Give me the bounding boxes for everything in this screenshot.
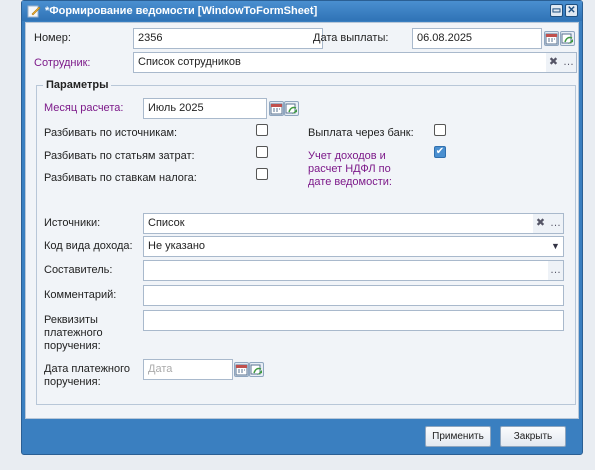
clear-icon[interactable]: ✖: [533, 214, 548, 233]
window-title: *Формирование ведомости [WindowToFormShe…: [45, 5, 318, 17]
requisites-label-line2: платежного: [44, 327, 103, 339]
close-window-button[interactable]: ✕: [565, 4, 578, 17]
employee-value: Список сотрудников: [138, 56, 241, 68]
sources-field[interactable]: Список ✖ …: [143, 213, 564, 234]
calendar-icon: [235, 364, 248, 376]
comment-field[interactable]: [143, 285, 564, 306]
edit-document-icon: [27, 4, 41, 18]
income-code-select[interactable]: Не указано ▼: [143, 236, 564, 257]
more-icon[interactable]: …: [548, 214, 563, 233]
income-account-label-line2: расчет НДФЛ по: [308, 163, 391, 175]
number-field[interactable]: 2356: [133, 28, 323, 49]
calendar-icon: [270, 103, 283, 115]
order-date-field[interactable]: Дата: [143, 359, 233, 380]
income-code-label: Код вида дохода:: [44, 240, 133, 252]
dialog-body: Номер: 2356 Дата выплаты: 06.08.2025 Сот…: [25, 22, 579, 419]
requisites-field[interactable]: [143, 310, 564, 331]
sources-value: Список: [148, 217, 185, 229]
split-sources-checkbox[interactable]: [256, 124, 268, 136]
income-account-checkbox[interactable]: ✔: [434, 146, 446, 158]
restore-button[interactable]: ▭: [550, 4, 563, 17]
apply-button[interactable]: Применить: [425, 426, 491, 447]
dialog-window: *Формирование ведомости [WindowToFormShe…: [21, 0, 583, 455]
payment-date-calendar-button[interactable]: [544, 31, 559, 46]
employee-label: Сотрудник:: [34, 57, 91, 69]
bank-payment-label: Выплата через банк:: [308, 127, 414, 139]
order-date-calendar-button[interactable]: [234, 362, 249, 377]
calc-month-calendar-button[interactable]: [269, 101, 284, 116]
payment-date-today-button[interactable]: [560, 31, 575, 46]
close-button[interactable]: Закрыть: [500, 426, 566, 447]
comment-label: Комментарий:: [44, 289, 117, 301]
number-label: Номер:: [34, 32, 71, 44]
employee-field[interactable]: Список сотрудников ✖ …: [133, 52, 577, 73]
split-tax-rates-label: Разбивать по ставкам налога:: [44, 172, 197, 184]
payment-date-label: Дата выплаты:: [313, 32, 389, 44]
checkmark-icon: ✔: [435, 146, 445, 157]
clear-icon[interactable]: ✖: [546, 53, 561, 72]
title-bar[interactable]: *Формирование ведомости [WindowToFormShe…: [22, 1, 582, 21]
chevron-down-icon[interactable]: ▼: [548, 237, 563, 256]
order-date-label-line2: поручения:: [44, 376, 101, 388]
bank-payment-checkbox[interactable]: [434, 124, 446, 136]
more-icon[interactable]: …: [561, 53, 576, 72]
author-field[interactable]: …: [143, 260, 564, 281]
calendar-arrow-icon: [285, 103, 297, 114]
income-account-label-line1: Учет доходов и: [308, 150, 386, 162]
income-code-value: Не указано: [148, 240, 206, 252]
split-costs-checkbox[interactable]: [256, 146, 268, 158]
split-costs-label: Разбивать по статьям затрат:: [44, 150, 195, 162]
sources-label: Источники:: [44, 217, 101, 229]
params-legend: Параметры: [46, 79, 109, 91]
calc-month-label: Месяц расчета:: [44, 102, 124, 114]
split-sources-label: Разбивать по источникам:: [44, 127, 178, 139]
author-label: Составитель:: [44, 264, 113, 276]
order-date-label-line1: Дата платежного: [44, 363, 131, 375]
restore-icon: ▭: [551, 5, 562, 16]
requisites-label-line1: Реквизиты: [44, 314, 98, 326]
calendar-arrow-icon: [561, 33, 573, 44]
split-tax-rates-checkbox[interactable]: [256, 168, 268, 180]
calc-month-field[interactable]: Июль 2025: [143, 98, 267, 119]
close-icon: ✕: [567, 5, 576, 16]
more-icon[interactable]: …: [548, 261, 563, 280]
order-date-today-button[interactable]: [249, 362, 264, 377]
requisites-label-line3: поручения:: [44, 340, 101, 352]
payment-date-field[interactable]: 06.08.2025: [412, 28, 542, 49]
calendar-arrow-icon: [250, 364, 262, 375]
income-account-label-line3: дате ведомости:: [308, 176, 392, 188]
calc-month-today-button[interactable]: [284, 101, 299, 116]
calendar-icon: [545, 33, 558, 45]
